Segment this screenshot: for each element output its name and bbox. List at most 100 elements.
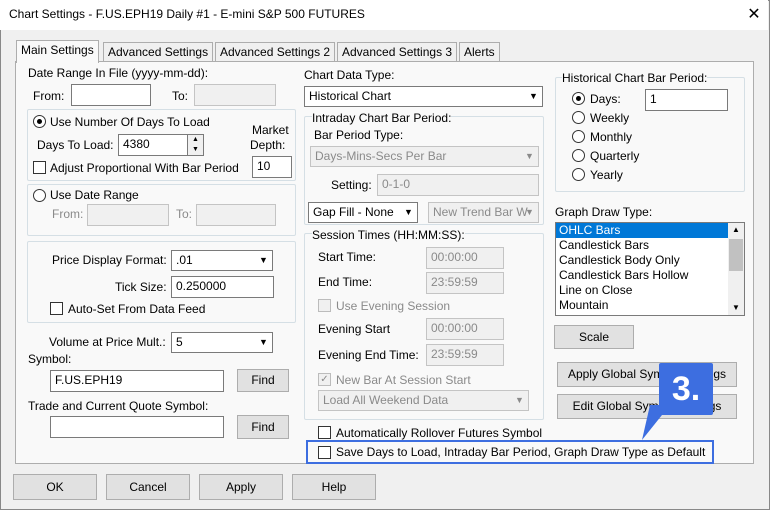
chevron-down-icon: ▼ bbox=[525, 151, 534, 161]
hist-period-label: Historical Chart Bar Period: bbox=[562, 71, 708, 85]
list-item[interactable]: Candlestick Bars Hollow bbox=[556, 268, 744, 283]
use-days-label: Use Number Of Days To Load bbox=[50, 115, 210, 129]
dr-from-label: From: bbox=[52, 207, 84, 221]
symbol-input[interactable]: F.US.EPH19 bbox=[50, 370, 224, 392]
tab-advanced-settings-3[interactable]: Advanced Settings 3 bbox=[337, 42, 458, 62]
intraday-label: Intraday Chart Bar Period: bbox=[312, 111, 452, 125]
period-weekly-label: Weekly bbox=[590, 111, 630, 125]
list-item[interactable]: Candlestick Body Only bbox=[556, 253, 744, 268]
chart-data-type-select[interactable]: Historical Chart ▼ bbox=[304, 86, 543, 107]
list-scrollbar[interactable]: ▲ ▼ bbox=[728, 223, 744, 315]
scale-button[interactable]: Scale bbox=[554, 325, 634, 349]
adjust-proportional-label: Adjust Proportional With Bar Period bbox=[50, 161, 239, 175]
autoset-label: Auto-Set From Data Feed bbox=[68, 302, 206, 316]
setting-label: Setting: bbox=[331, 178, 372, 192]
to-label: To: bbox=[172, 89, 189, 103]
find-trade-symbol-button[interactable]: Find bbox=[237, 415, 289, 439]
load-weekend-select[interactable]: Load All Weekend Data ▼ bbox=[318, 390, 529, 411]
auto-rollover-label: Automatically Rollover Futures Symbol bbox=[336, 426, 543, 440]
new-trend-select[interactable]: New Trend Bar W ▼ bbox=[428, 202, 539, 223]
tab-alerts[interactable]: Alerts bbox=[459, 42, 500, 62]
period-quarterly-label: Quarterly bbox=[590, 149, 640, 163]
period-yearly-label: Yearly bbox=[590, 168, 623, 182]
from-label: From: bbox=[33, 89, 65, 103]
step-callout: 3. bbox=[659, 363, 713, 415]
bar-period-type-select[interactable]: Days-Mins-Secs Per Bar ▼ bbox=[310, 146, 539, 167]
start-time-label: Start Time: bbox=[318, 250, 377, 264]
evening-start-input[interactable]: 00:00:00 bbox=[426, 318, 504, 340]
help-button[interactable]: Help bbox=[292, 474, 376, 500]
tick-size-label: Tick Size: bbox=[115, 280, 167, 294]
use-date-range-label: Use Date Range bbox=[50, 188, 139, 202]
graph-draw-list[interactable]: OHLC Bars Candlestick Bars Candlestick B… bbox=[555, 222, 745, 316]
bar-period-type-label: Bar Period Type: bbox=[314, 128, 404, 142]
list-item[interactable]: Candlestick Bars bbox=[556, 238, 744, 253]
gap-fill-value: Gap Fill - None bbox=[313, 205, 394, 219]
chevron-down-icon: ▼ bbox=[515, 395, 524, 405]
evening-start-label: Evening Start bbox=[318, 322, 391, 336]
vap-select[interactable]: 5 ▼ bbox=[171, 332, 273, 353]
use-evening-checkbox[interactable] bbox=[318, 299, 331, 312]
scroll-up-icon[interactable]: ▲ bbox=[728, 223, 744, 237]
end-time-input[interactable]: 23:59:59 bbox=[426, 272, 504, 294]
chart-data-type-label: Chart Data Type: bbox=[304, 68, 395, 82]
chart-data-type-value: Historical Chart bbox=[309, 89, 392, 103]
gap-fill-select[interactable]: Gap Fill - None ▼ bbox=[308, 202, 418, 223]
price-format-select[interactable]: .01 ▼ bbox=[171, 250, 273, 271]
chevron-down-icon: ▼ bbox=[529, 91, 538, 101]
days-to-load-label: Days To Load: bbox=[37, 138, 114, 152]
use-evening-label: Use Evening Session bbox=[336, 299, 451, 313]
list-item[interactable]: OHLC Bars bbox=[556, 223, 744, 238]
period-quarterly-radio[interactable] bbox=[572, 149, 585, 162]
price-format-label: Price Display Format: bbox=[52, 253, 167, 267]
scroll-thumb[interactable] bbox=[729, 239, 743, 271]
list-item[interactable]: Mountain bbox=[556, 298, 744, 313]
window-title: Chart Settings - F.US.EPH19 Daily #1 - E… bbox=[9, 7, 365, 21]
trade-symbol-label: Trade and Current Quote Symbol: bbox=[28, 399, 209, 413]
evening-end-input[interactable]: 23:59:59 bbox=[426, 344, 504, 366]
tick-size-input[interactable]: 0.250000 bbox=[171, 276, 274, 298]
tab-advanced-settings[interactable]: Advanced Settings bbox=[103, 42, 214, 62]
market-depth-input[interactable]: 10 bbox=[252, 156, 292, 178]
use-days-radio[interactable] bbox=[33, 115, 46, 128]
vap-value: 5 bbox=[176, 335, 183, 349]
to-date-input[interactable] bbox=[194, 84, 276, 106]
close-icon[interactable]: ✕ bbox=[740, 2, 768, 28]
new-bar-checkbox[interactable]: ✓ bbox=[318, 373, 331, 386]
period-days-radio[interactable] bbox=[572, 92, 585, 105]
apply-button[interactable]: Apply bbox=[199, 474, 283, 500]
days-spinner[interactable]: ▲ ▼ bbox=[187, 134, 204, 156]
auto-rollover-checkbox[interactable] bbox=[318, 426, 331, 439]
price-format-value: .01 bbox=[176, 253, 193, 267]
cancel-button[interactable]: Cancel bbox=[106, 474, 190, 500]
tab-advanced-settings-2[interactable]: Advanced Settings 2 bbox=[215, 42, 336, 62]
tab-main-settings[interactable]: Main Settings bbox=[16, 40, 99, 63]
load-weekend-value: Load All Weekend Data bbox=[323, 393, 449, 407]
period-yearly-radio[interactable] bbox=[572, 168, 585, 181]
list-item[interactable]: Line on Close bbox=[556, 283, 744, 298]
dr-from-input[interactable] bbox=[87, 204, 169, 226]
title-bar: Chart Settings - F.US.EPH19 Daily #1 - E… bbox=[0, 0, 768, 30]
scroll-down-icon[interactable]: ▼ bbox=[728, 301, 744, 315]
ok-button[interactable]: OK bbox=[13, 474, 97, 500]
period-monthly-radio[interactable] bbox=[572, 130, 585, 143]
evening-end-label: Evening End Time: bbox=[318, 348, 419, 362]
use-date-range-radio[interactable] bbox=[33, 189, 46, 202]
period-weekly-radio[interactable] bbox=[572, 111, 585, 124]
session-label: Session Times (HH:MM:SS): bbox=[312, 228, 465, 242]
trade-symbol-input[interactable] bbox=[50, 416, 224, 438]
find-symbol-button[interactable]: Find bbox=[237, 369, 289, 392]
period-days-input[interactable]: 1 bbox=[645, 89, 728, 111]
period-days-label: Days: bbox=[590, 92, 621, 106]
end-time-label: End Time: bbox=[318, 275, 373, 289]
new-trend-value: New Trend Bar W bbox=[433, 205, 528, 219]
setting-input[interactable]: 0-1-0 bbox=[377, 174, 539, 196]
from-date-input[interactable] bbox=[71, 84, 151, 106]
market-depth-label: Market bbox=[252, 123, 289, 137]
chevron-down-icon: ▼ bbox=[525, 207, 534, 217]
start-time-input[interactable]: 00:00:00 bbox=[426, 247, 504, 269]
days-to-load-input[interactable]: 4380 bbox=[118, 134, 188, 156]
dr-to-input[interactable] bbox=[196, 204, 276, 226]
adjust-proportional-checkbox[interactable] bbox=[33, 161, 46, 174]
autoset-checkbox[interactable] bbox=[50, 302, 63, 315]
